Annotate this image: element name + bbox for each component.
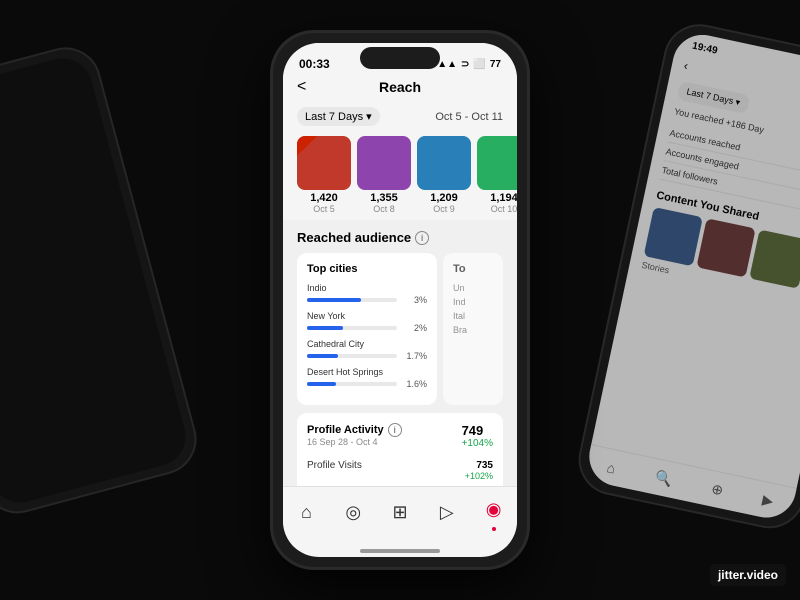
city-bar-fill-3 xyxy=(307,382,336,386)
city-pct-3: 1.6% xyxy=(401,379,427,389)
page-title: Reach xyxy=(379,79,421,95)
story-item-3[interactable]: 1,194 Oct 10 xyxy=(477,136,517,214)
story-num-2: 1,209 xyxy=(417,192,471,204)
top-cities-card: Top cities Indio 3% New York xyxy=(297,253,437,405)
date-range-label: Oct 5 - Oct 11 xyxy=(435,111,503,123)
profile-activity-card: Profile Activity i 16 Sep 28 - Oct 4 749… xyxy=(297,413,503,486)
center-phone: 00:33 ▲▲▲ ⊃ ⬜ 77 < Reach Last 7 Days ▾ O… xyxy=(270,30,530,570)
city-bar-bg-2 xyxy=(307,354,397,358)
back-button[interactable]: < xyxy=(297,78,306,96)
nav-reels[interactable]: ▷ xyxy=(431,496,463,528)
story-date-0: Oct 5 xyxy=(297,204,351,214)
red-corner-icon xyxy=(297,136,317,156)
story-date-3: Oct 10 xyxy=(477,204,517,214)
left-phone-screen xyxy=(0,52,192,509)
story-num-3: 1,194 xyxy=(477,192,517,204)
profile-activity-date: 16 Sep 28 - Oct 4 xyxy=(307,437,402,447)
top-cities-title: Top cities xyxy=(307,263,427,275)
right-bottom-nav[interactable]: ⌂ 🔍 ⊕ ▶ xyxy=(584,444,797,523)
nav-search[interactable]: ◎ xyxy=(337,496,369,528)
right-nav-reels[interactable]: ▶ xyxy=(761,491,775,510)
search-icon[interactable]: ◎ xyxy=(337,496,369,528)
left-phone xyxy=(0,39,205,521)
city-bar-fill-2 xyxy=(307,354,338,358)
right-status-time: 19:49 xyxy=(691,41,718,57)
profile-visits-label: Profile Visits xyxy=(307,460,362,481)
city-row-2: Cathedral City 1.7% xyxy=(307,339,427,361)
profile-activity-total-change: +104% xyxy=(462,438,493,449)
city-row-0: Indio 3% xyxy=(307,283,427,305)
nav-profile[interactable]: ◉ xyxy=(478,493,510,531)
add-icon[interactable]: ⊞ xyxy=(384,496,416,528)
city-pct-2: 1.7% xyxy=(401,351,427,361)
city-pct-0: 3% xyxy=(401,295,427,305)
city-name-0: Indio xyxy=(307,283,427,293)
home-indicator xyxy=(360,549,440,553)
right-thumb-2 xyxy=(696,218,755,277)
city-pct-1: 2% xyxy=(401,323,427,333)
home-icon[interactable]: ⌂ xyxy=(290,496,322,528)
profile-visits-value: 735 xyxy=(465,460,493,471)
city-row-1: New York 2% xyxy=(307,311,427,333)
top-right-card-title: To xyxy=(453,263,493,275)
reached-audience-info-icon: i xyxy=(415,231,429,245)
story-item-0[interactable]: 1,420 Oct 5 xyxy=(297,136,351,214)
city-name-3: Desert Hot Springs xyxy=(307,367,427,377)
date-filter-dropdown[interactable]: Last 7 Days ▾ xyxy=(297,107,380,126)
story-date-2: Oct 9 xyxy=(417,204,471,214)
city-name-1: New York xyxy=(307,311,427,321)
nav-add[interactable]: ⊞ xyxy=(384,496,416,528)
reels-icon[interactable]: ▷ xyxy=(431,496,463,528)
profile-activity-info-icon: i xyxy=(388,423,402,437)
profile-activity-title: Profile Activity xyxy=(307,424,384,436)
wifi-icon: ⊃ xyxy=(461,59,469,70)
reached-audience-title: Reached audience xyxy=(297,230,411,245)
story-item-1[interactable]: 1,355 Oct 8 xyxy=(357,136,411,214)
right-nav-add[interactable]: ⊕ xyxy=(710,480,725,499)
city-name-2: Cathedral City xyxy=(307,339,427,349)
city-bar-bg-3 xyxy=(307,382,397,386)
right-phone: 19:49 ●●● 🔋 ‹ Last 7 Days ▾ You reached … xyxy=(572,18,800,535)
profile-activity-total: 749 xyxy=(462,423,493,438)
bottom-nav: ⌂ ◎ ⊞ ▷ ◉ xyxy=(283,486,517,547)
dynamic-island xyxy=(360,47,440,69)
right-thumb-1 xyxy=(644,207,703,266)
story-date-1: Oct 8 xyxy=(357,204,411,214)
top-right-card: To Un Ind Ital Bra xyxy=(443,253,503,405)
reached-audience-header: Reached audience i xyxy=(297,230,503,245)
story-item-2[interactable]: 1,209 Oct 9 xyxy=(417,136,471,214)
right-nav-home[interactable]: ⌂ xyxy=(606,459,618,476)
right-phone-screen: 19:49 ●●● 🔋 ‹ Last 7 Days ▾ You reached … xyxy=(584,29,800,523)
battery-icon: ⬜ xyxy=(473,59,485,70)
right-nav-search[interactable]: 🔍 xyxy=(653,468,674,488)
filter-bar: Last 7 Days ▾ Oct 5 - Oct 11 xyxy=(283,103,517,130)
cards-row: Top cities Indio 3% New York xyxy=(297,253,503,405)
profile-visits-row: Profile Visits 735 +102% xyxy=(307,455,493,486)
center-phone-screen: 00:33 ▲▲▲ ⊃ ⬜ 77 < Reach Last 7 Days ▾ O… xyxy=(283,43,517,557)
story-num-1: 1,355 xyxy=(357,192,411,204)
city-bar-fill-1 xyxy=(307,326,343,330)
profile-icon[interactable]: ◉ xyxy=(478,493,510,525)
right-thumb-3 xyxy=(749,229,800,288)
status-time: 00:33 xyxy=(299,57,330,71)
city-bar-bg-1 xyxy=(307,326,397,330)
battery-pct: 77 xyxy=(490,59,501,70)
city-row-3: Desert Hot Springs 1.6% xyxy=(307,367,427,389)
watermark: jitter.video xyxy=(710,564,786,586)
story-row: 1,420 Oct 5 1,355 Oct 8 1,209 Oct 9 1,19… xyxy=(283,130,517,220)
profile-visits-change: +102% xyxy=(465,471,493,481)
story-num-0: 1,420 xyxy=(297,192,351,204)
nav-active-dot xyxy=(492,527,496,531)
city-bar-fill-0 xyxy=(307,298,361,302)
nav-home[interactable]: ⌂ xyxy=(290,496,322,528)
filter-dropdown-label: Last 7 Days ▾ xyxy=(305,110,372,123)
city-bar-bg-0 xyxy=(307,298,397,302)
app-header: < Reach xyxy=(283,75,517,103)
main-content: Reached audience i Top cities Indio xyxy=(283,220,517,486)
